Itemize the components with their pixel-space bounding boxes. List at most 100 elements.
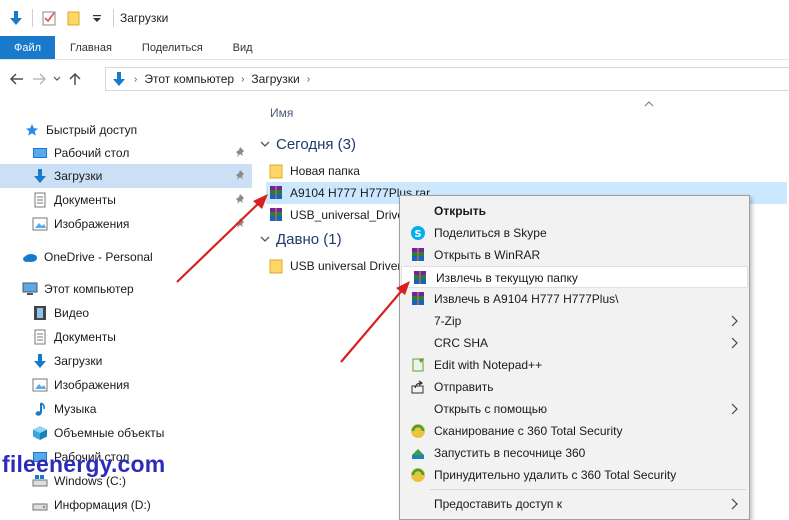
recent-locations-chevron-icon[interactable] — [50, 68, 64, 90]
properties-icon[interactable] — [41, 10, 57, 26]
breadcrumb-chevron-icon[interactable]: › — [307, 74, 310, 85]
computer-icon — [22, 281, 38, 297]
nav-label: Информация (D:) — [54, 498, 151, 512]
customize-dropdown-icon[interactable] — [89, 10, 105, 26]
security-360-icon — [410, 423, 426, 439]
winrar-icon — [410, 291, 426, 307]
menu-label: Предоставить доступ к — [434, 497, 562, 511]
nav-label: Документы — [54, 193, 116, 207]
nav-desktop-quick[interactable]: Рабочий стол — [0, 141, 252, 165]
nav-documents[interactable]: Документы — [0, 325, 252, 349]
group-header-today[interactable]: Сегодня (3) — [260, 136, 356, 153]
nav-documents-quick[interactable]: Документы — [0, 188, 252, 212]
menu-label: Открыть с помощью — [434, 402, 548, 416]
menu-label: Извлечь в текущую папку — [436, 271, 578, 285]
address-bar[interactable]: › Этот компьютер › Загрузки › — [105, 67, 789, 91]
chevron-right-icon — [731, 403, 738, 415]
group-label: Сегодня (3) — [276, 136, 356, 153]
menu-label: Открыть — [434, 204, 487, 218]
menu-label: Извлечь в A9104 H777 H777Plus\ — [434, 292, 619, 306]
list-item[interactable]: USB_universal_Driver — [268, 204, 408, 226]
file-name: USB universal Driver — [290, 259, 402, 273]
breadcrumb-chevron-icon[interactable]: › — [134, 74, 137, 85]
list-item[interactable]: Новая папка — [268, 160, 360, 182]
title-bar: Загрузки — [0, 0, 789, 36]
menu-item-scan-360[interactable]: Сканирование с 360 Total Security — [400, 420, 749, 442]
nav-downloads[interactable]: Загрузки — [0, 349, 252, 373]
nav-drive-d[interactable]: Информация (D:) — [0, 493, 252, 517]
title-divider — [113, 9, 114, 27]
menu-item-send[interactable]: Отправить — [400, 376, 749, 398]
forward-arrow-icon[interactable] — [28, 68, 50, 90]
menu-item-extract-to-folder[interactable]: Извлечь в A9104 H777 H777Plus\ — [400, 288, 749, 310]
downloads-location-icon — [112, 71, 126, 87]
up-arrow-icon[interactable] — [64, 68, 86, 90]
watermark: fileenergy.com — [2, 451, 166, 477]
menu-item-open-winrar[interactable]: Открыть в WinRAR — [400, 244, 749, 266]
nav-downloads-quick[interactable]: Загрузки — [0, 164, 252, 188]
tab-home[interactable]: Главная — [55, 36, 127, 59]
list-item[interactable]: USB universal Driver — [268, 255, 401, 277]
nav-label: Видео — [54, 306, 90, 320]
back-arrow-icon[interactable] — [6, 68, 28, 90]
window-title: Загрузки — [120, 11, 169, 25]
chevron-down-icon[interactable] — [260, 139, 270, 151]
nav-this-pc[interactable]: Этот компьютер — [0, 277, 252, 301]
group-header-earlier[interactable]: Давно (1) — [260, 231, 342, 248]
pictures-icon — [32, 377, 48, 393]
context-menu: Открыть S Поделиться в Skype Открыть в W… — [399, 195, 750, 520]
winrar-archive-icon — [268, 185, 284, 201]
nav-pictures-quick[interactable]: Изображения — [0, 212, 252, 236]
breadcrumb-chevron-icon[interactable]: › — [241, 74, 244, 85]
tab-file[interactable]: Файл — [0, 36, 56, 59]
ribbon-tabs: Файл Главная Поделиться Вид — [0, 36, 789, 60]
menu-item-share-skype[interactable]: S Поделиться в Skype — [400, 222, 749, 244]
nav-label: Загрузки — [54, 169, 103, 183]
menu-item-crc-sha[interactable]: CRC SHA — [400, 332, 749, 354]
skype-icon: S — [410, 225, 426, 241]
menu-label: Открыть в WinRAR — [434, 248, 541, 262]
download-arrow-icon[interactable] — [8, 10, 24, 26]
menu-label: 7-Zip — [434, 314, 462, 328]
menu-item-sandbox-360[interactable]: Запустить в песочнице 360 — [400, 442, 749, 464]
nav-label: OneDrive - Personal — [44, 250, 153, 264]
nav-music[interactable]: Музыка — [0, 397, 252, 421]
cloud-icon — [22, 249, 38, 265]
menu-item-extract-here[interactable]: Извлечь в текущую папку — [401, 266, 748, 288]
menu-item-open-with[interactable]: Открыть с помощью — [400, 398, 749, 420]
nav-label: Этот компьютер — [44, 282, 134, 296]
notepadpp-icon — [410, 357, 426, 373]
menu-item-notepadpp[interactable]: Edit with Notepad++ — [400, 354, 749, 376]
desktop-icon — [32, 145, 48, 161]
sort-ascending-icon[interactable] — [644, 98, 654, 110]
breadcrumb-downloads[interactable]: Загрузки — [251, 72, 299, 86]
svg-text:S: S — [414, 229, 421, 240]
chevron-right-icon — [731, 315, 738, 327]
pin-icon[interactable] — [234, 193, 246, 207]
tab-share[interactable]: Поделиться — [127, 36, 218, 59]
nav-label: Документы — [54, 330, 116, 344]
nav-onedrive[interactable]: OneDrive - Personal — [0, 245, 252, 269]
cube-icon — [32, 425, 48, 441]
new-folder-icon[interactable] — [65, 10, 81, 26]
nav-pictures[interactable]: Изображения — [0, 373, 252, 397]
nav-quick-access[interactable]: Быстрый доступ — [0, 118, 252, 142]
pin-icon[interactable] — [234, 217, 246, 231]
pin-icon[interactable] — [234, 169, 246, 183]
sandbox-icon — [410, 445, 426, 461]
nav-3d-objects[interactable]: Объемные объекты — [0, 421, 252, 445]
breadcrumb-this-pc[interactable]: Этот компьютер — [144, 72, 234, 86]
menu-item-force-delete-360[interactable]: Принудительно удалить с 360 Total Securi… — [400, 464, 749, 486]
menu-separator — [430, 489, 746, 490]
quick-access-toolbar — [8, 9, 113, 27]
tab-view[interactable]: Вид — [218, 36, 268, 59]
winrar-icon — [412, 270, 428, 286]
menu-item-open[interactable]: Открыть — [400, 200, 749, 222]
nav-label: Изображения — [54, 378, 130, 392]
column-header-name[interactable]: Имя — [270, 106, 293, 120]
chevron-down-icon[interactable] — [260, 234, 270, 246]
nav-videos[interactable]: Видео — [0, 301, 252, 325]
menu-item-7zip[interactable]: 7-Zip — [400, 310, 749, 332]
menu-item-give-access[interactable]: Предоставить доступ к — [400, 493, 749, 515]
pin-icon[interactable] — [234, 146, 246, 160]
